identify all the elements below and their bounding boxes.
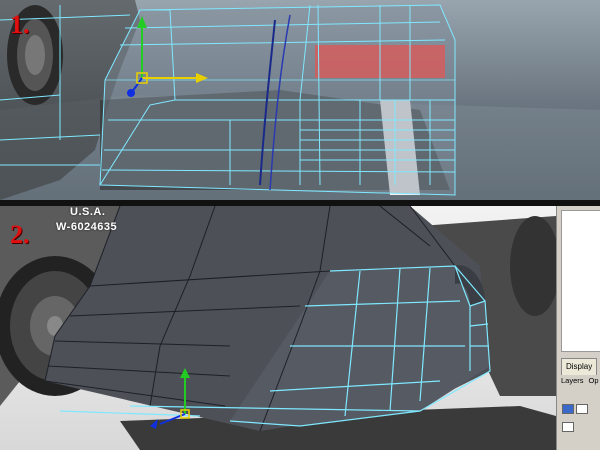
- viewport-step-1[interactable]: 1.: [0, 0, 600, 200]
- layer-icons: [561, 402, 600, 432]
- attribute-list: [561, 210, 600, 352]
- layer-icon-2[interactable]: [576, 404, 588, 414]
- channel-box-panel: Display Layers Op: [556, 206, 600, 450]
- truck-marking-line1: U.S.A.: [70, 206, 106, 218]
- truck-marking-line2: W-6024635: [56, 221, 118, 233]
- viewport-1-scene: [0, 0, 600, 200]
- tab-display[interactable]: Display: [561, 358, 598, 375]
- layer-icon-1[interactable]: [562, 404, 574, 414]
- step-number-1: 1.: [10, 10, 30, 39]
- menu-op[interactable]: Op: [589, 376, 599, 385]
- viewport-step-2[interactable]: U.S.A. W-6024635 2. Display Layers Op: [0, 206, 600, 450]
- layer-menu: Layers Op: [561, 376, 600, 388]
- viewport-2-scene: [0, 206, 556, 450]
- layer-icon-3[interactable]: [562, 422, 574, 432]
- menu-layers[interactable]: Layers: [561, 376, 584, 385]
- step-number-2: 2.: [10, 220, 30, 249]
